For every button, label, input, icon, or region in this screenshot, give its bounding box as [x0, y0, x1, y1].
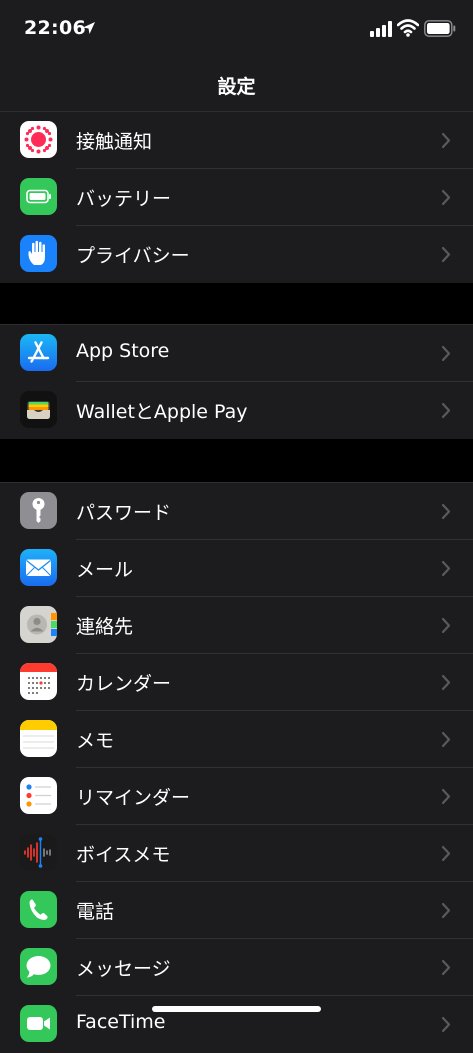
settings-row-contacts[interactable]: 連絡先: [0, 597, 473, 654]
page-title: 設定: [217, 76, 256, 98]
settings-row-phone[interactable]: 電話: [0, 882, 473, 939]
wallet-icon: [20, 391, 57, 428]
chevron-right-icon: [441, 731, 451, 748]
chevron-right-icon: [441, 674, 451, 691]
settings-row-label: 連絡先: [76, 616, 134, 638]
settings-row-reminders[interactable]: リマインダー: [0, 768, 473, 825]
home-indicator[interactable]: [152, 1006, 321, 1012]
settings-row-exposure-notifications[interactable]: 接触通知: [0, 112, 473, 169]
settings-row-label: FaceTime: [76, 1011, 166, 1033]
battery-icon: [20, 178, 57, 215]
chevron-right-icon: [441, 402, 451, 419]
chevron-right-icon: [441, 788, 451, 805]
wifi-icon: [397, 19, 419, 37]
chevron-right-icon: [441, 189, 451, 206]
settings-row-app-store[interactable]: App Store: [0, 325, 473, 382]
settings-row-label: カレンダー: [76, 673, 172, 695]
settings-row-label: リマインダー: [76, 787, 191, 809]
chevron-right-icon: [441, 902, 451, 919]
settings-row-facetime[interactable]: FaceTime: [0, 996, 473, 1053]
settings-row-label: バッテリー: [76, 188, 172, 210]
settings-row-privacy[interactable]: プライバシー: [0, 226, 473, 283]
settings-row-wallet-apple-pay[interactable]: WalletとApple Pay: [0, 382, 473, 439]
settings-row-label: 電話: [76, 901, 115, 923]
contacts-icon: [20, 606, 57, 643]
settings-row-voice-memos[interactable]: ボイスメモ: [0, 825, 473, 882]
location-arrow-icon: [83, 22, 95, 34]
reminders-icon: [20, 777, 57, 814]
settings-row-label: WalletとApple Pay: [76, 401, 248, 423]
app-store-icon: [20, 334, 57, 371]
settings-row-label: App Store: [76, 340, 170, 362]
chevron-right-icon: [441, 132, 451, 149]
exposure-notification-icon: [20, 121, 57, 158]
navigation-bar: 設定: [0, 58, 473, 112]
chevron-right-icon: [441, 560, 451, 577]
messages-icon: [20, 948, 57, 985]
chevron-right-icon: [441, 1016, 451, 1033]
settings-row-label: ボイスメモ: [76, 844, 171, 866]
chevron-right-icon: [441, 959, 451, 976]
settings-row-passwords[interactable]: パスワード: [0, 483, 473, 540]
status-bar: 22:06: [0, 0, 473, 58]
settings-row-label: メッセージ: [76, 958, 171, 980]
cellular-signal-icon: [370, 21, 392, 37]
chevron-right-icon: [441, 345, 451, 362]
mail-icon: [20, 549, 57, 586]
settings-row-notes[interactable]: メモ: [0, 711, 473, 768]
calendar-icon: [20, 663, 57, 700]
chevron-right-icon: [441, 246, 451, 263]
chevron-right-icon: [441, 617, 451, 634]
key-icon: [20, 492, 57, 529]
notes-icon: [20, 720, 57, 757]
settings-row-label: 接触通知: [76, 131, 153, 153]
status-time: 22:06: [24, 17, 86, 39]
settings-group-2: App Store WalletとApple Pay: [0, 324, 473, 439]
settings-row-messages[interactable]: メッセージ: [0, 939, 473, 996]
settings-row-label: メール: [76, 559, 134, 581]
phone-icon: [20, 891, 57, 928]
voice-memos-icon: [20, 834, 57, 871]
battery-status-icon: [424, 20, 456, 37]
chevron-right-icon: [441, 503, 451, 520]
chevron-right-icon: [441, 845, 451, 862]
settings-row-label: プライバシー: [76, 245, 190, 267]
settings-group-3: パスワード メール 連絡先 カレンダー メモ リマインダー ボイスメモ 電話 メ…: [0, 482, 473, 1053]
privacy-hand-icon: [20, 235, 57, 272]
settings-row-mail[interactable]: メール: [0, 540, 473, 597]
settings-row-calendar[interactable]: カレンダー: [0, 654, 473, 711]
settings-row-battery[interactable]: バッテリー: [0, 169, 473, 226]
settings-row-label: メモ: [76, 730, 115, 752]
settings-group-1: 接触通知 バッテリー プライバシー: [0, 112, 473, 283]
settings-row-label: パスワード: [76, 502, 172, 524]
